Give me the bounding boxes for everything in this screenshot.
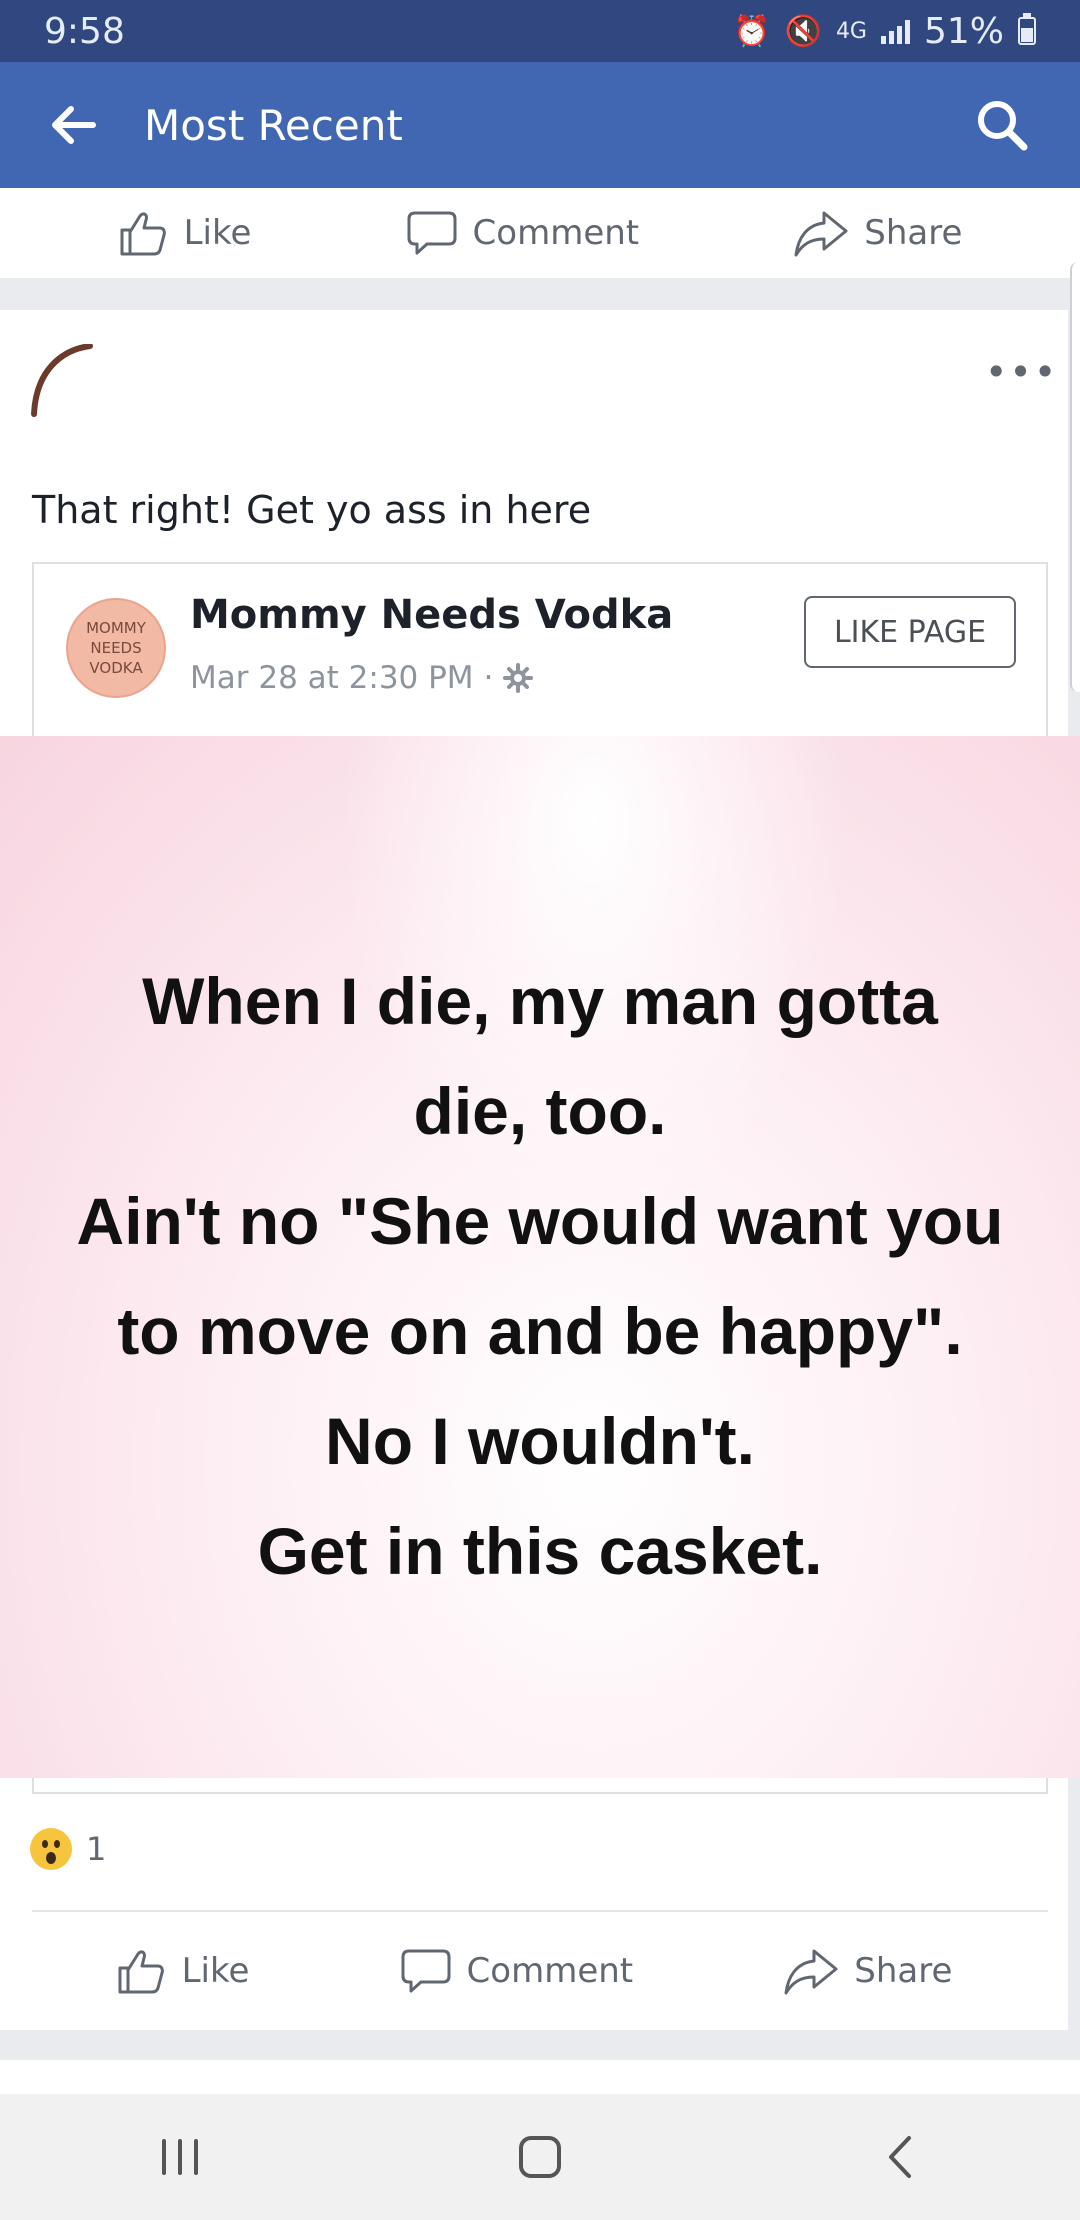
home-button[interactable] xyxy=(480,2107,600,2207)
back-arrow-icon xyxy=(52,106,96,144)
comment-icon xyxy=(407,211,457,255)
mute-icon: 🔇 xyxy=(784,13,822,49)
page-name-link[interactable]: Mommy Needs Vodka xyxy=(190,592,673,638)
like-button[interactable]: Like xyxy=(118,208,252,258)
share-label: Share xyxy=(854,1951,953,1991)
image-text-line: to move on and be happy". xyxy=(117,1294,963,1368)
reaction-count: 1 xyxy=(86,1830,107,1868)
chevron-left-icon xyxy=(889,2136,911,2178)
more-options-button[interactable]: ••• xyxy=(985,350,1058,394)
like-label: Like xyxy=(181,1951,250,1991)
status-time: 9:58 xyxy=(44,10,125,52)
comment-label: Comment xyxy=(472,213,640,253)
signal-icon xyxy=(880,18,910,44)
page-title: Most Recent xyxy=(144,100,403,150)
status-bar: 9:58 ⏰ 🔇 4G 51% xyxy=(0,0,1080,62)
like-page-button[interactable]: LIKE PAGE xyxy=(804,596,1016,668)
share-arrow-icon xyxy=(784,1949,838,1995)
thumbs-up-icon xyxy=(120,212,166,256)
post-text: That right! Get yo ass in here xyxy=(32,488,592,532)
previous-post-actions: Like Comment Share xyxy=(0,188,1080,278)
share-button[interactable]: Share xyxy=(794,209,962,257)
image-text-line: Get in this casket. xyxy=(257,1514,823,1588)
adjacent-card-edge xyxy=(1070,262,1080,692)
network-type: 4G xyxy=(835,18,867,44)
image-text-line: Ain't no "She would want you xyxy=(76,1184,1004,1258)
post-timestamp[interactable]: Mar 28 at 2:30 PM xyxy=(190,660,474,696)
system-nav-bar xyxy=(0,2094,1080,2220)
post-actions: Like Comment Share xyxy=(0,1926,1068,2016)
battery-icon xyxy=(1018,13,1036,45)
back-button[interactable] xyxy=(38,90,108,160)
comment-button[interactable]: Comment xyxy=(407,210,640,256)
post-meta: Mar 28 at 2:30 PM · xyxy=(190,660,534,696)
image-text-line: When I die, my man gotta xyxy=(142,964,938,1038)
app-bar: Most Recent xyxy=(0,62,1080,188)
wow-emoji-icon xyxy=(30,1828,72,1870)
post-image-text: When I die, my man gotta die, too. Ain't… xyxy=(0,946,1080,1606)
gear-icon xyxy=(503,663,534,693)
like-label: Like xyxy=(183,213,252,253)
status-icons: ⏰ 🔇 4G 51% xyxy=(733,11,1036,52)
like-button[interactable]: Like xyxy=(116,1946,250,1996)
author-avatar[interactable] xyxy=(30,344,110,424)
battery-percent: 51% xyxy=(923,10,1004,52)
thumbs-up-icon xyxy=(118,1950,164,1994)
back-nav-button[interactable] xyxy=(840,2107,960,2207)
comment-icon xyxy=(401,1949,451,1993)
search-button[interactable] xyxy=(962,85,1042,165)
recent-apps-icon xyxy=(162,2139,198,2175)
share-label: Share xyxy=(864,213,963,253)
share-arrow-icon xyxy=(794,211,848,257)
page-avatar-line: VODKA xyxy=(89,659,143,678)
reaction-summary[interactable]: 1 xyxy=(30,1828,106,1870)
page-avatar-line: NEEDS xyxy=(90,638,142,657)
share-button[interactable]: Share xyxy=(784,1947,952,1995)
page-avatar[interactable]: MOMMY NEEDS VODKA xyxy=(66,598,166,698)
comment-button[interactable]: Comment xyxy=(401,1948,634,1994)
meta-separator: · xyxy=(483,660,494,696)
page-avatar-line: MOMMY xyxy=(86,618,146,637)
search-icon xyxy=(978,101,1028,151)
image-text-line: die, too. xyxy=(413,1074,667,1148)
alarm-icon: ⏰ xyxy=(733,13,771,49)
divider xyxy=(32,1910,1048,1912)
recent-apps-button[interactable] xyxy=(120,2107,240,2207)
comment-label: Comment xyxy=(466,1951,634,1991)
image-text-line: No I wouldn't. xyxy=(325,1404,755,1478)
home-icon xyxy=(519,2136,561,2178)
